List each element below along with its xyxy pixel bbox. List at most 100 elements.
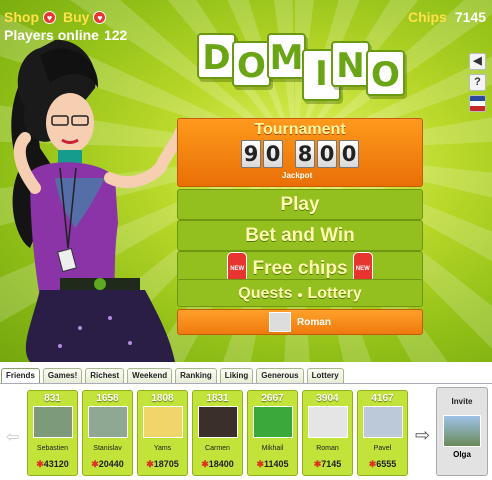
- friend-card[interactable]: 2667 Mikhail ✱11405: [247, 390, 298, 476]
- friend-name: Sebastien: [36, 445, 69, 452]
- heart-icon: ♥: [93, 10, 107, 24]
- logo-tile: D: [197, 33, 236, 79]
- friend-chips: ✱7145: [303, 459, 352, 470]
- friend-level: 3904: [316, 393, 339, 404]
- sound-icon[interactable]: ◀: [469, 53, 486, 70]
- friend-level: 831: [44, 393, 61, 404]
- tournament-panel[interactable]: Tournament 9 0 8 0 0 Jackpot: [177, 118, 423, 187]
- friend-card[interactable]: 4167 Pavel ✱6555: [357, 390, 408, 476]
- friend-chips-value: 11405: [264, 459, 289, 469]
- jackpot-digit: 0: [263, 140, 283, 168]
- scroll-left-icon[interactable]: ⇦: [6, 427, 19, 447]
- friend-card[interactable]: 1808 Yams ✱18705: [137, 390, 188, 476]
- play-button[interactable]: Play: [177, 189, 423, 220]
- avatar: [33, 406, 73, 438]
- shop-link[interactable]: Shop ♥: [4, 9, 56, 25]
- tab-weekend[interactable]: Weekend: [127, 368, 173, 383]
- current-user-bar[interactable]: Roman: [177, 309, 423, 335]
- friend-card[interactable]: 1658 Stanislav ✱20440: [82, 390, 133, 476]
- friend-name: Carmen: [205, 445, 230, 452]
- woman-mascot-illustration: [11, 39, 186, 362]
- avatar: [143, 406, 183, 438]
- avatar: [253, 406, 293, 438]
- jackpot-digit: 9: [241, 140, 261, 168]
- friend-card[interactable]: 831 Sebastien ✱43120: [27, 390, 78, 476]
- friend-level: 1808: [151, 393, 174, 404]
- tournament-title: Tournament: [254, 121, 346, 138]
- quests-lottery-row: Quests ● Lottery: [177, 279, 423, 307]
- invite-label: Invite: [451, 397, 473, 406]
- user-name: Roman: [297, 316, 331, 328]
- play-label: Play: [280, 194, 320, 215]
- friend-name: Pavel: [373, 445, 392, 452]
- chips-value: 7145: [454, 9, 486, 25]
- friend-name: Stanislav: [93, 445, 122, 452]
- friend-chips-value: 6555: [376, 459, 397, 469]
- bet-label: Bet and Win: [245, 225, 355, 246]
- tab-liking[interactable]: Liking: [219, 368, 254, 383]
- tab-games[interactable]: Games!: [42, 368, 83, 383]
- friend-chips: ✱20440: [83, 459, 132, 470]
- logo-tile: O: [366, 50, 405, 96]
- friend-chips-value: 20440: [98, 459, 124, 469]
- quests-link[interactable]: Quests: [238, 285, 292, 302]
- friend-name: Yams: [153, 445, 172, 452]
- buy-label: Buy: [63, 9, 90, 25]
- friend-chips: ✱18705: [138, 459, 187, 470]
- game-area: Shop ♥ Buy ♥ Players online 122 Chips 7145 ◀…: [0, 0, 492, 362]
- friend-level: 4167: [371, 393, 394, 404]
- avatar: [443, 415, 481, 447]
- invite-name: Olga: [453, 450, 471, 459]
- friend-chips-value: 18705: [153, 459, 179, 469]
- heart-icon: ✱: [91, 459, 99, 469]
- chips-display: Chips 7145: [408, 9, 486, 25]
- bet-and-win-button[interactable]: Bet and Win: [177, 220, 423, 251]
- jackpot-counter: 9 0 8 0 0: [241, 140, 359, 168]
- friend-level: 1658: [96, 393, 119, 404]
- jackpot-digit: 8: [295, 140, 315, 168]
- avatar: [269, 312, 292, 332]
- free-chips-button[interactable]: NEW Free chips NEW: [177, 251, 423, 286]
- avatar: [88, 406, 128, 438]
- friend-chips: ✱6555: [358, 459, 407, 470]
- scroll-right-icon[interactable]: ⇨: [415, 425, 430, 446]
- tab-richest[interactable]: Richest: [85, 368, 125, 383]
- friend-chips-value: 43120: [43, 459, 69, 469]
- invite-card[interactable]: Invite Olga: [436, 387, 488, 476]
- friend-chips-value: 7145: [321, 459, 342, 469]
- buy-link[interactable]: Buy ♥: [63, 9, 107, 25]
- friend-chips: ✱18400: [193, 459, 242, 470]
- help-button[interactable]: ?: [469, 74, 486, 91]
- tab-lottery[interactable]: Lottery: [306, 368, 344, 383]
- logo-tile: N: [331, 41, 370, 87]
- jackpot-digit: 0: [339, 140, 359, 168]
- shop-label: Shop: [4, 9, 39, 25]
- heart-icon: ✱: [256, 459, 264, 469]
- separator-dot: ●: [296, 290, 304, 301]
- logo-tile: M: [267, 33, 306, 79]
- free-chips-label: Free chips: [252, 258, 348, 280]
- heart-icon: ✱: [201, 459, 209, 469]
- language-flag-icon[interactable]: [469, 95, 486, 112]
- tab-friends[interactable]: Friends: [1, 368, 40, 383]
- lottery-link[interactable]: Lottery: [307, 285, 361, 302]
- avatar: [363, 406, 403, 438]
- jackpot-digit: 0: [317, 140, 337, 168]
- friend-level: 2667: [261, 393, 284, 404]
- chips-label: Chips: [407, 9, 447, 25]
- friend-card[interactable]: 3904 Roman ✱7145: [302, 390, 353, 476]
- avatar: [198, 406, 238, 438]
- friend-name: Roman: [316, 445, 339, 452]
- heart-icon: ✱: [146, 459, 154, 469]
- friend-level: 1831: [206, 393, 229, 404]
- friend-name: Mikhail: [261, 445, 284, 452]
- friend-chips: ✱43120: [28, 459, 77, 470]
- friend-card[interactable]: 1831 Carmen ✱18400: [192, 390, 243, 476]
- jackpot-label: Jackpot: [282, 171, 313, 180]
- avatar: [308, 406, 348, 438]
- tab-ranking[interactable]: Ranking: [175, 368, 217, 383]
- heart-icon: ♥: [43, 10, 56, 24]
- friend-chips-value: 18400: [208, 459, 234, 469]
- logo-tile: O: [232, 41, 271, 87]
- tab-generous[interactable]: Generous: [256, 368, 304, 383]
